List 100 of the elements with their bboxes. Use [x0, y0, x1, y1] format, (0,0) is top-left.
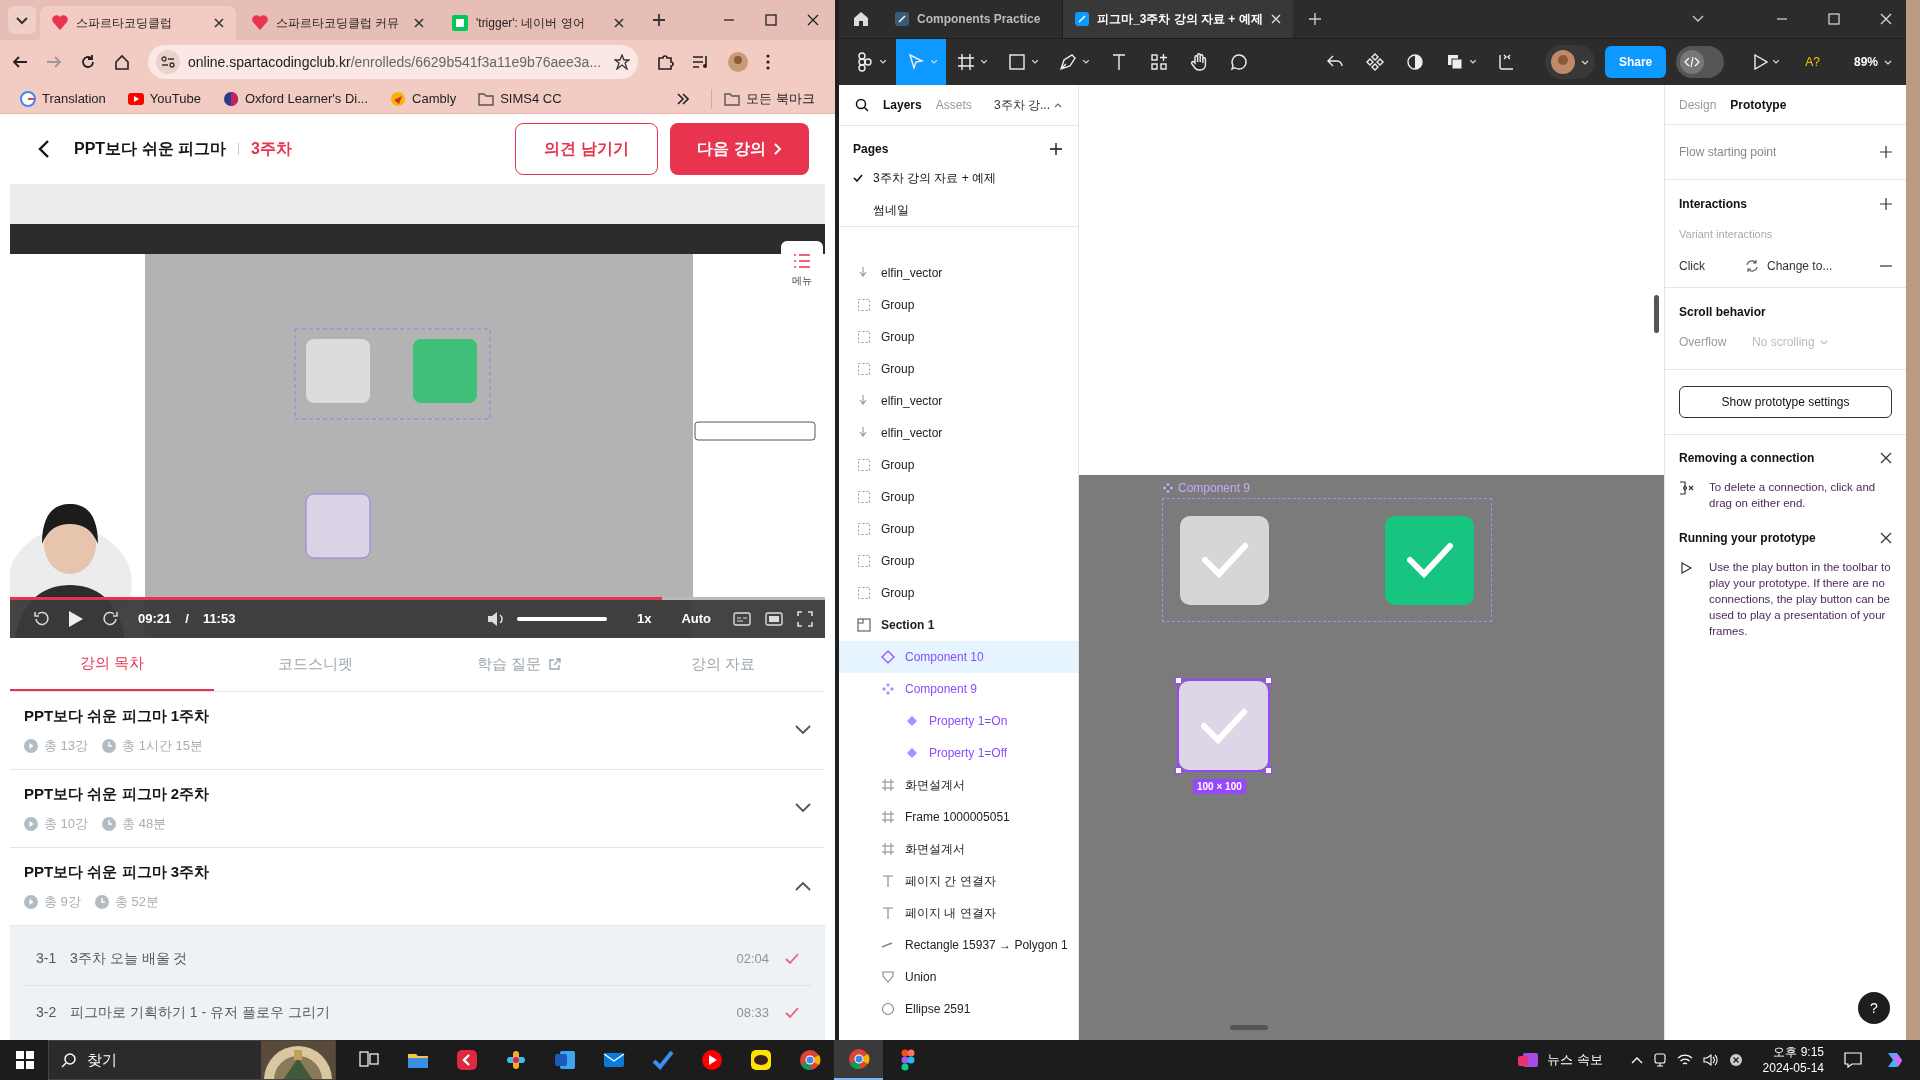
maximize-icon[interactable]: [765, 13, 777, 26]
close-icon[interactable]: [807, 13, 819, 26]
help-button[interactable]: ?: [1858, 992, 1890, 1024]
clock[interactable]: 오후 9:15 2024-05-14: [1762, 1044, 1824, 1076]
back-chevron-icon[interactable]: [38, 139, 50, 160]
theater-mode-icon[interactable]: [765, 612, 783, 626]
checkbox-tile[interactable]: [1385, 515, 1474, 605]
close-icon[interactable]: [1880, 452, 1892, 464]
layer-item[interactable]: Group: [839, 545, 1078, 577]
next-lesson-button[interactable]: 다음 강의: [670, 123, 809, 176]
move-tool-button[interactable]: [896, 38, 946, 86]
extension-puzzle-icon[interactable]: [656, 53, 674, 72]
bookmark-link[interactable]: SIMS4 CC: [478, 89, 562, 109]
bookmark-link[interactable]: Translation: [20, 89, 106, 109]
panel-tab[interactable]: Layers: [883, 96, 922, 114]
browser-tab[interactable]: 'trigger': 네이버 영어: [440, 5, 636, 40]
week-section[interactable]: PPT보다 쉬운 피그마 3주차 총 9강 총 52분: [10, 848, 825, 926]
layer-item[interactable]: Group: [839, 289, 1078, 321]
page-item[interactable]: 썸네일: [853, 194, 1064, 226]
bookmark-link[interactable]: YouTube: [127, 89, 201, 109]
layer-item[interactable]: Component 10: [839, 641, 1078, 673]
vertical-scrollbar[interactable]: [1654, 295, 1659, 333]
course-tab[interactable]: 강의 목차: [10, 638, 214, 691]
wifi-icon[interactable]: [1676, 1053, 1693, 1067]
back-icon[interactable]: [12, 55, 28, 70]
week-section[interactable]: PPT보다 쉬운 피그마 2주차 총 10강 총 48분: [10, 770, 825, 848]
prototype-settings-button[interactable]: Show prototype settings: [1679, 386, 1892, 418]
play-icon[interactable]: [68, 610, 84, 628]
zoom-menu[interactable]: 89%: [1853, 53, 1892, 71]
avatar-icon[interactable]: [728, 52, 748, 73]
close-icon[interactable]: [1880, 532, 1892, 544]
layer-item[interactable]: Property 1=On: [839, 705, 1078, 737]
bookmark-link[interactable]: Oxford Learner's Di...: [222, 89, 369, 109]
add-interaction-icon[interactable]: [1880, 198, 1892, 210]
browser-icon[interactable]: [834, 1040, 883, 1080]
resize-handle[interactable]: [1265, 767, 1272, 774]
inspector-tab[interactable]: Prototype: [1730, 95, 1787, 114]
component-set-frame[interactable]: [1162, 498, 1492, 622]
layer-item[interactable]: Frame 1000005051: [839, 801, 1078, 833]
more-menu-icon[interactable]: [766, 54, 770, 71]
resize-handle[interactable]: [1175, 767, 1182, 774]
browser-tab[interactable]: 스파르타코딩클럽: [40, 5, 236, 40]
layer-item[interactable]: Property 1=Off: [839, 737, 1078, 769]
layer-item[interactable]: 페이지 간 연결자: [839, 865, 1078, 897]
speed-button[interactable]: 1x: [636, 609, 652, 629]
add-flow-icon[interactable]: [1880, 146, 1892, 158]
layer-item[interactable]: Section 1: [839, 609, 1078, 641]
tray-chevron-icon[interactable]: [1630, 1056, 1643, 1064]
layer-item[interactable]: 화면설계서: [839, 833, 1078, 865]
lesson-item[interactable]: 3-1 3주차 오늘 배울 것 02:04: [24, 932, 811, 986]
present-button[interactable]: [1754, 54, 1780, 70]
layer-item[interactable]: 화면설계서: [839, 769, 1078, 801]
news-widget[interactable]: 뉴스 속보: [1517, 1050, 1603, 1070]
media-list-icon[interactable]: [692, 54, 710, 71]
multiplayer-menu[interactable]: [1544, 45, 1595, 79]
layer-item[interactable]: elfin_vector: [839, 417, 1078, 449]
volume-icon[interactable]: [1702, 1053, 1719, 1067]
address-bar[interactable]: online.spartacodingclub.kr/enrolleds/6629b541f3a11e9b76aee3a...: [148, 45, 638, 80]
close-icon[interactable]: [414, 17, 424, 28]
layer-item[interactable]: Group: [839, 513, 1078, 545]
lesson-item[interactable]: 3-2 피그마로 기획하기 1 - 유저 플로우 그리기 08:33: [24, 986, 811, 1040]
fullscreen-icon[interactable]: [797, 611, 813, 627]
home-icon[interactable]: [853, 11, 869, 27]
new-tab-icon[interactable]: [652, 12, 666, 27]
layer-item[interactable]: Group: [839, 449, 1078, 481]
layer-item[interactable]: Component 9: [839, 673, 1078, 705]
layer-item[interactable]: Group: [839, 321, 1078, 353]
start-icon[interactable]: [16, 1051, 34, 1069]
reload-icon[interactable]: [80, 54, 96, 71]
chevron-down-icon[interactable]: [795, 803, 811, 814]
volume-icon[interactable]: [486, 611, 505, 627]
volume-slider[interactable]: [516, 617, 607, 621]
layer-item[interactable]: elfin_vector: [839, 257, 1078, 289]
close-icon[interactable]: [214, 17, 224, 28]
search-icon[interactable]: [855, 98, 869, 112]
subtitles-icon[interactable]: [733, 612, 751, 626]
more-bookmarks-icon[interactable]: [677, 93, 690, 105]
page-selector[interactable]: 3주차 강...: [994, 96, 1062, 114]
all-bookmarks-folder[interactable]: 모든 북마크: [711, 89, 815, 109]
home-icon[interactable]: [114, 54, 130, 71]
alert-icon[interactable]: [1728, 1053, 1743, 1067]
add-page-icon[interactable]: [1050, 143, 1062, 155]
quality-button[interactable]: Auto: [681, 609, 711, 629]
layer-item[interactable]: Group: [839, 353, 1078, 385]
layer-item[interactable]: Group: [839, 481, 1078, 513]
layer-item[interactable]: elfin_vector: [839, 385, 1078, 417]
chevron-down-icon[interactable]: [795, 725, 811, 736]
search-input[interactable]: 찾기: [87, 1048, 227, 1072]
resize-handle[interactable]: [1265, 677, 1272, 684]
layer-item[interactable]: Ellipse 2591: [839, 993, 1078, 1025]
checkbox-tile[interactable]: [1180, 515, 1269, 605]
dev-mode-toggle[interactable]: [1676, 46, 1725, 78]
bookmark-star-icon[interactable]: [614, 54, 630, 71]
bookmark-link[interactable]: Cambly: [390, 89, 457, 109]
layer-item[interactable]: Rectangle 15937 → Polygon 1: [839, 929, 1078, 961]
week-section[interactable]: PPT보다 쉬운 피그마 1주차 총 13강 총 1시간 15분: [10, 692, 825, 770]
chevron-up-icon[interactable]: [795, 881, 811, 892]
taskbar-search-field[interactable]: 찾기: [48, 1040, 336, 1080]
horizontal-scrollbar[interactable]: [1230, 1025, 1268, 1030]
layer-item[interactable]: 페이지 내 연결자: [839, 897, 1078, 929]
